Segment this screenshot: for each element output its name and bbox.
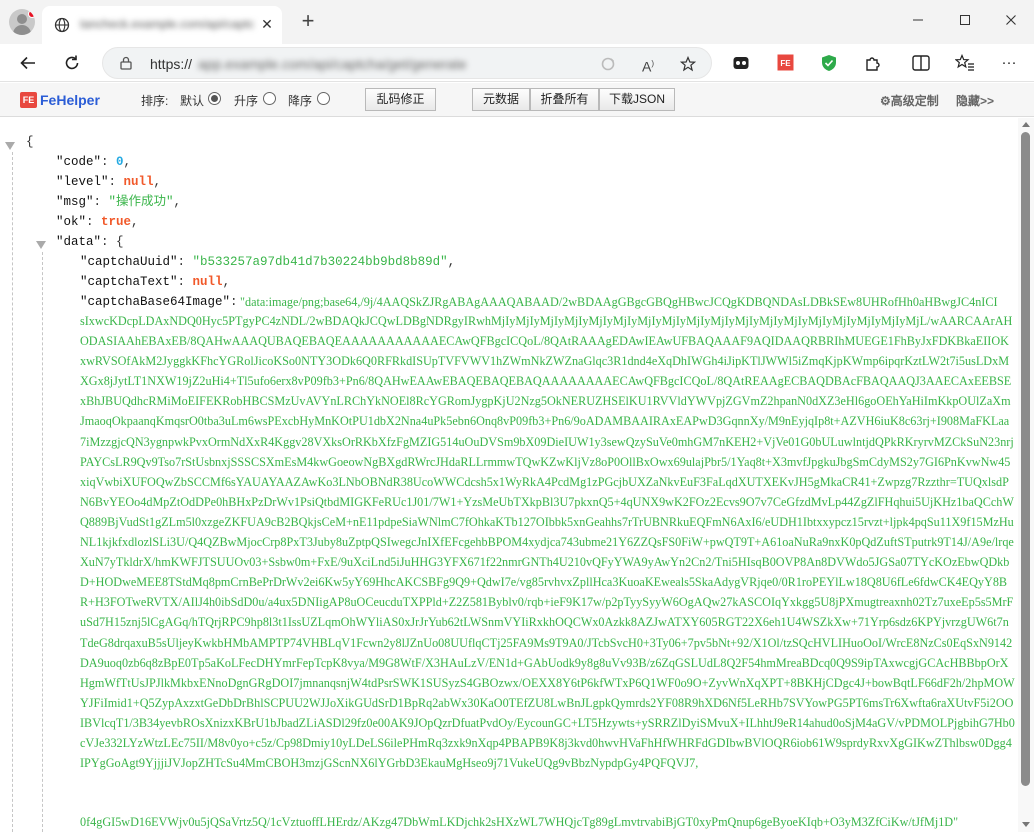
sort-asc-radio[interactable] [263, 92, 276, 105]
scroll-up-arrow-icon[interactable] [1022, 122, 1030, 127]
globe-icon [54, 17, 70, 33]
sync-icon[interactable] [597, 53, 619, 75]
json-key: "level" [56, 175, 109, 189]
vertical-scrollbar[interactable] [1018, 118, 1034, 832]
fehelper-toolbar: FE FeHelper 排序: 默认 升序 降序 乱码修正 元数据 折叠所有 下… [0, 83, 1034, 117]
json-key: "code" [56, 155, 102, 169]
navigation-bar: https:// app.example.com/api/captcha/get… [0, 44, 1034, 82]
json-row-ok: "ok": true, [56, 215, 139, 229]
base64-last-line: 0f4gGI5wD16EVWjv0u5jQSaVrtz5Q/1cVztuoffL… [80, 815, 959, 829]
json-number: 0 [116, 155, 124, 169]
json-row-data: "data": { [56, 235, 124, 249]
sort-asc-label: 升序 [234, 94, 259, 108]
split-screen-icon[interactable] [908, 51, 934, 75]
json-key: "captchaBase64Image" [80, 295, 231, 309]
json-string: "b533257a97db41d7b30224bb9bd8b89d" [192, 255, 448, 269]
avatar-head [17, 14, 27, 24]
fehelper-badge: FE [20, 92, 37, 108]
fehelper-icon[interactable]: FE [772, 51, 798, 75]
raw-data-button[interactable]: 元数据 [472, 88, 530, 111]
json-viewer: { "code": 0, "level": null, "msg": "操作成功… [0, 118, 1018, 832]
root-open-brace: { [26, 132, 34, 152]
favorites-icon[interactable] [952, 51, 978, 75]
json-row-captcha-text: "captchaText": null, [80, 275, 231, 289]
data-open-brace: { [116, 235, 124, 249]
json-key: "captchaText" [80, 275, 178, 289]
json-row-msg: "msg": "操作成功", [56, 195, 182, 209]
sort-desc-radio[interactable] [317, 92, 330, 105]
fehelper-logo[interactable]: FE FeHelper [20, 91, 100, 109]
collapse-data-toggle[interactable] [36, 241, 46, 249]
sort-label: 排序: [141, 94, 169, 108]
back-arrow-icon[interactable] [14, 49, 42, 77]
json-row-captcha-image: "captchaBase64Image": [80, 295, 238, 309]
json-row-level: "level": null, [56, 175, 162, 189]
json-row-code: "code": 0, [56, 155, 132, 169]
json-null: null [192, 275, 223, 289]
fehelper-name: FeHelper [40, 92, 100, 108]
read-aloud-icon[interactable]: A) [637, 53, 659, 75]
json-key: "ok" [56, 215, 87, 229]
browser-window: tancheck.example.com/api/captcha ✕ + htt… [0, 0, 1034, 832]
sort-desc-label: 降序 [288, 94, 313, 108]
puzzle-icon[interactable] [860, 51, 886, 75]
url-path: app.example.com/api/captcha/get/generate [198, 56, 467, 72]
sort-default-radio[interactable] [208, 92, 221, 105]
json-key: "msg" [56, 195, 94, 209]
json-row-captcha-uuid: "captchaUuid": "b533257a97db41d7b30224bb… [80, 255, 456, 269]
new-tab-button[interactable]: + [296, 10, 320, 34]
tab-bar: tancheck.example.com/api/captcha ✕ + [0, 0, 1034, 44]
extension-icon[interactable] [728, 51, 754, 75]
json-boolean: true [101, 215, 132, 229]
base64-string-body: sIxwcKDcpLDAxNDQ0Hyc5PTgyPC4zNDL/2wBDAQk… [80, 314, 1015, 771]
data-guide-line [42, 252, 43, 832]
address-bar[interactable]: https:// app.example.com/api/captcha/get… [102, 47, 712, 79]
scroll-down-arrow-icon[interactable] [1022, 822, 1030, 827]
favorite-star-icon[interactable] [677, 53, 699, 75]
url-scheme: https:// [150, 56, 193, 72]
tab-title: tancheck.example.com/api/captcha [80, 17, 255, 31]
json-string: "操作成功" [108, 195, 174, 209]
fix-encoding-button[interactable]: 乱码修正 [365, 88, 436, 111]
download-json-button[interactable]: 下载JSON [599, 88, 675, 111]
lock-icon[interactable] [119, 56, 133, 70]
scrollbar-thumb[interactable] [1021, 132, 1030, 786]
sort-default-label: 默认 [180, 94, 205, 108]
hide-toolbar-link[interactable]: 隐藏>> [956, 92, 994, 109]
notification-dot [28, 10, 35, 18]
avatar-body [13, 25, 31, 35]
close-window-icon[interactable] [999, 10, 1023, 32]
root-guide-line [12, 152, 13, 832]
minimize-icon[interactable] [906, 10, 930, 32]
advanced-settings-link[interactable]: ⚙高级定制 [880, 92, 939, 109]
open-brace: { [26, 135, 34, 149]
maximize-icon[interactable] [953, 10, 977, 32]
collapse-root-toggle[interactable] [5, 142, 15, 150]
shield-icon[interactable] [816, 51, 842, 75]
svg-text:FE: FE [780, 59, 791, 68]
json-null: null [123, 175, 154, 189]
json-key: "captchaUuid" [80, 255, 178, 269]
collapse-all-button[interactable]: 折叠所有 [530, 88, 599, 111]
active-tab[interactable]: tancheck.example.com/api/captcha ✕ [42, 6, 282, 44]
more-icon[interactable]: ··· [996, 51, 1022, 75]
base64-first-line: "data:image/png;base64,/9j/4AAQSkZJRgABA… [240, 295, 998, 309]
reload-icon[interactable] [58, 49, 86, 77]
tab-close-icon[interactable]: ✕ [258, 15, 276, 33]
json-key: "data" [56, 235, 102, 249]
profile-avatar[interactable] [9, 9, 35, 35]
